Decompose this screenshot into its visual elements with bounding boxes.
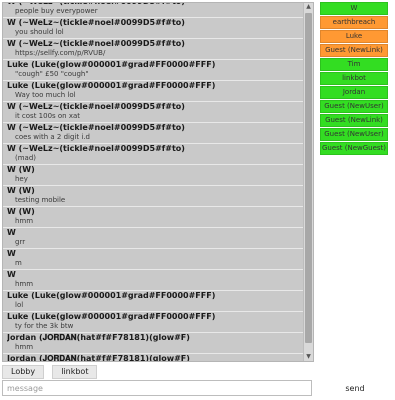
tab-lobby[interactable]: Lobby [2, 365, 45, 379]
user-list-item[interactable]: Tim [320, 58, 388, 71]
chat-scrollbar[interactable]: ▲ ▼ [303, 3, 313, 361]
message-list: W (~WeLz~(tickle#noel#0099D5#f#to) people… [3, 3, 303, 361]
message-author[interactable]: W [7, 249, 303, 259]
user-list-item[interactable]: Guest (NewGuest) [320, 142, 388, 155]
message-text: m [15, 259, 22, 267]
message-author[interactable]: W (~WeLz~(tickle#noel#0099D5#f#to) [7, 18, 303, 28]
chat-panel: W (~WeLz~(tickle#noel#0099D5#f#to) people… [2, 2, 314, 362]
user-list-item[interactable]: W [320, 2, 388, 15]
scroll-up-icon[interactable]: ▲ [304, 3, 313, 11]
message-author[interactable]: Luke (Luke(glow#000001#grad#FF0000#FFF) [7, 291, 303, 301]
user-list-item[interactable]: Guest (NewLink) [320, 114, 388, 127]
user-list-item[interactable]: Luke [320, 30, 388, 43]
message-author[interactable]: W (W) [7, 186, 303, 196]
message-author[interactable]: W [7, 270, 303, 280]
message-author[interactable]: Jordan (𝐉𝐎𝐑𝐃𝐀𝐍(hat#f#F78181)(glow#F) [7, 354, 303, 361]
scroll-thumb[interactable] [305, 13, 312, 343]
user-list: Wearthbreach Luke Guest (NewLink) Tim linkbo… [320, 2, 388, 156]
chat-message: W (~WeLz~(tickle#noel#0099D5#f#to)people… [3, 3, 303, 18]
user-list-item[interactable]: linkbot [320, 72, 388, 85]
chat-message: W (W) hmm [3, 207, 303, 228]
chat-message: Jordan (𝐉𝐎𝐑𝐃𝐀𝐍(hat#f#F78181)(glow#F)WeLz [3, 354, 303, 361]
message-text: https://sellfy.com/p/RVUB/ [15, 49, 106, 57]
message-text: people buy everypower [15, 7, 98, 15]
message-text: "cough" £50 "cough" [15, 70, 89, 78]
chat-message: W (~WeLz~(tickle#noel#0099D5#f#to) (mad) [3, 144, 303, 165]
message-text: hmm [15, 343, 34, 351]
chat-message: W (~WeLz~(tickle#noel#0099D5#f#to) coes w… [3, 123, 303, 144]
message-text: (mad) [15, 154, 37, 162]
user-list-item[interactable]: earthbreach [320, 16, 388, 29]
chat-message: Wm [3, 249, 303, 270]
scroll-down-icon[interactable]: ▼ [304, 353, 313, 361]
message-author[interactable]: Jordan (𝐉𝐎𝐑𝐃𝐀𝐍(hat#f#F78181)(glow#F) [7, 333, 303, 343]
message-text: you should lol [15, 28, 64, 36]
message-author[interactable]: W (W) [7, 165, 303, 175]
message-author[interactable]: Luke (Luke(glow#000001#grad#FF0000#FFF) [7, 60, 303, 70]
message-text: grr [15, 238, 26, 246]
tab-bar: Lobby linkbot [2, 365, 100, 379]
message-text: coes with a 2 digit i.d [15, 133, 90, 141]
chat-message: W (W) hey [3, 165, 303, 186]
message-text: it cost 100s on xat [15, 112, 81, 120]
user-list-item[interactable]: Guest (NewLink) [320, 44, 388, 57]
message-input[interactable] [2, 380, 312, 396]
chat-message: W (~WeLz~(tickle#noel#0099D5#f#to) https:… [3, 39, 303, 60]
message-author[interactable]: Luke (Luke(glow#000001#grad#FF0000#FFF) [7, 312, 303, 322]
message-input-row: send [2, 380, 392, 398]
chat-message: W (~WeLz~(tickle#noel#0099D5#f#to) it cos… [3, 102, 303, 123]
message-text: Way too much lol [15, 91, 76, 99]
chat-message: W (~WeLz~(tickle#noel#0099D5#f#to) you sh… [3, 18, 303, 39]
message-text: hmm [15, 217, 34, 225]
chat-message: Jordan (𝐉𝐎𝐑𝐃𝐀𝐍(hat#f#F78181)(glow#F) hmm [3, 333, 303, 354]
message-author[interactable]: W (W) [7, 207, 303, 217]
user-list-item[interactable]: Guest (NewUser) [320, 100, 388, 113]
message-text: lol [15, 301, 24, 309]
send-button[interactable]: send [320, 380, 390, 396]
chat-message: Whmm [3, 270, 303, 291]
chat-message: Wgrr [3, 228, 303, 249]
chat-message-viewport: W (~WeLz~(tickle#noel#0099D5#f#to) people… [3, 3, 303, 361]
message-author[interactable]: W [7, 228, 303, 238]
message-author[interactable]: Luke (Luke(glow#000001#grad#FF0000#FFF) [7, 81, 303, 91]
message-text: testing mobile [15, 196, 66, 204]
message-text: hmm [15, 280, 34, 288]
message-text: hey [15, 175, 28, 183]
chat-message: Luke (Luke(glow#000001#grad#FF0000#FFF) "… [3, 60, 303, 81]
message-author[interactable]: W (~WeLz~(tickle#noel#0099D5#f#to) [7, 144, 303, 154]
chat-message: Luke (Luke(glow#000001#grad#FF0000#FFF) W… [3, 81, 303, 102]
user-list-item[interactable]: Jordan [320, 86, 388, 99]
chat-message: Luke (Luke(glow#000001#grad#FF0000#FFF) l… [3, 291, 303, 312]
user-list-item[interactable]: Guest (NewUser) [320, 128, 388, 141]
message-author[interactable]: W (~WeLz~(tickle#noel#0099D5#f#to) [7, 102, 303, 112]
tab-linkbot[interactable]: linkbot [52, 365, 98, 379]
message-author[interactable]: W (~WeLz~(tickle#noel#0099D5#f#to) [7, 39, 303, 49]
message-text: ty for the 3k btw [15, 322, 74, 330]
message-author[interactable]: W (~WeLz~(tickle#noel#0099D5#f#to) [7, 123, 303, 133]
chat-message: Luke (Luke(glow#000001#grad#FF0000#FFF) t… [3, 312, 303, 333]
chat-message: W (W) testing mobile [3, 186, 303, 207]
